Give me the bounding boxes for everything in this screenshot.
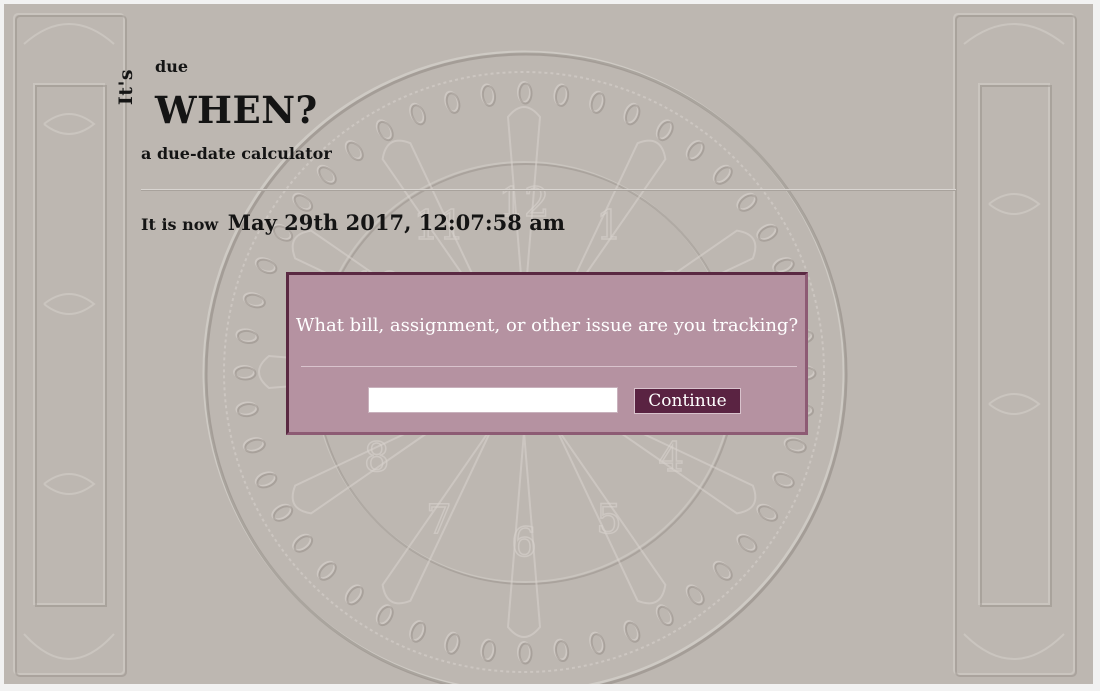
issue-input[interactable] <box>368 387 618 413</box>
clock-numeral: 7 <box>426 497 451 543</box>
clock-numeral: 4 <box>658 435 683 481</box>
clock-teardrop <box>316 560 336 580</box>
current-time-value: May 29th 2017, 12:07:58 am <box>227 210 566 235</box>
continue-button[interactable]: Continue <box>634 388 741 414</box>
page-header: It's due WHEN? a due-date calculator It … <box>4 4 1093 264</box>
title-its: It's <box>115 68 138 106</box>
clock-teardrop <box>773 472 795 489</box>
clock-numeral: 5 <box>596 497 621 543</box>
clock-teardrop <box>346 585 364 606</box>
page-background: 121234567891011 It's due WHEN? a due-dat… <box>4 4 1093 684</box>
clock-teardrop <box>256 472 278 489</box>
header-divider <box>141 189 956 190</box>
title-due: due <box>155 57 188 76</box>
clock-teardrop <box>318 562 337 581</box>
clock-teardrop <box>377 605 394 627</box>
clock-teardrop <box>410 621 427 643</box>
tracking-dialog: What bill, assignment, or other issue ar… <box>286 272 808 435</box>
current-time-label: It is now <box>141 215 219 234</box>
clock-teardrop <box>293 535 314 553</box>
page-subtitle: a due-date calculator <box>141 144 332 163</box>
current-time: It is now May 29th 2017, 12:07:58 am <box>141 210 565 235</box>
clock-teardrop <box>271 503 292 521</box>
clock-teardrop <box>344 584 363 604</box>
clock-teardrop <box>624 621 641 643</box>
clock-numeral: 6 <box>511 520 536 566</box>
clock-teardrop <box>272 505 294 522</box>
dialog-question: What bill, assignment, or other issue ar… <box>295 315 799 336</box>
dialog-divider <box>301 366 797 367</box>
title-when: WHEN? <box>155 88 318 132</box>
clock-numeral: 8 <box>364 435 389 481</box>
clock-teardrop <box>375 604 393 625</box>
clock-teardrop <box>292 533 312 552</box>
